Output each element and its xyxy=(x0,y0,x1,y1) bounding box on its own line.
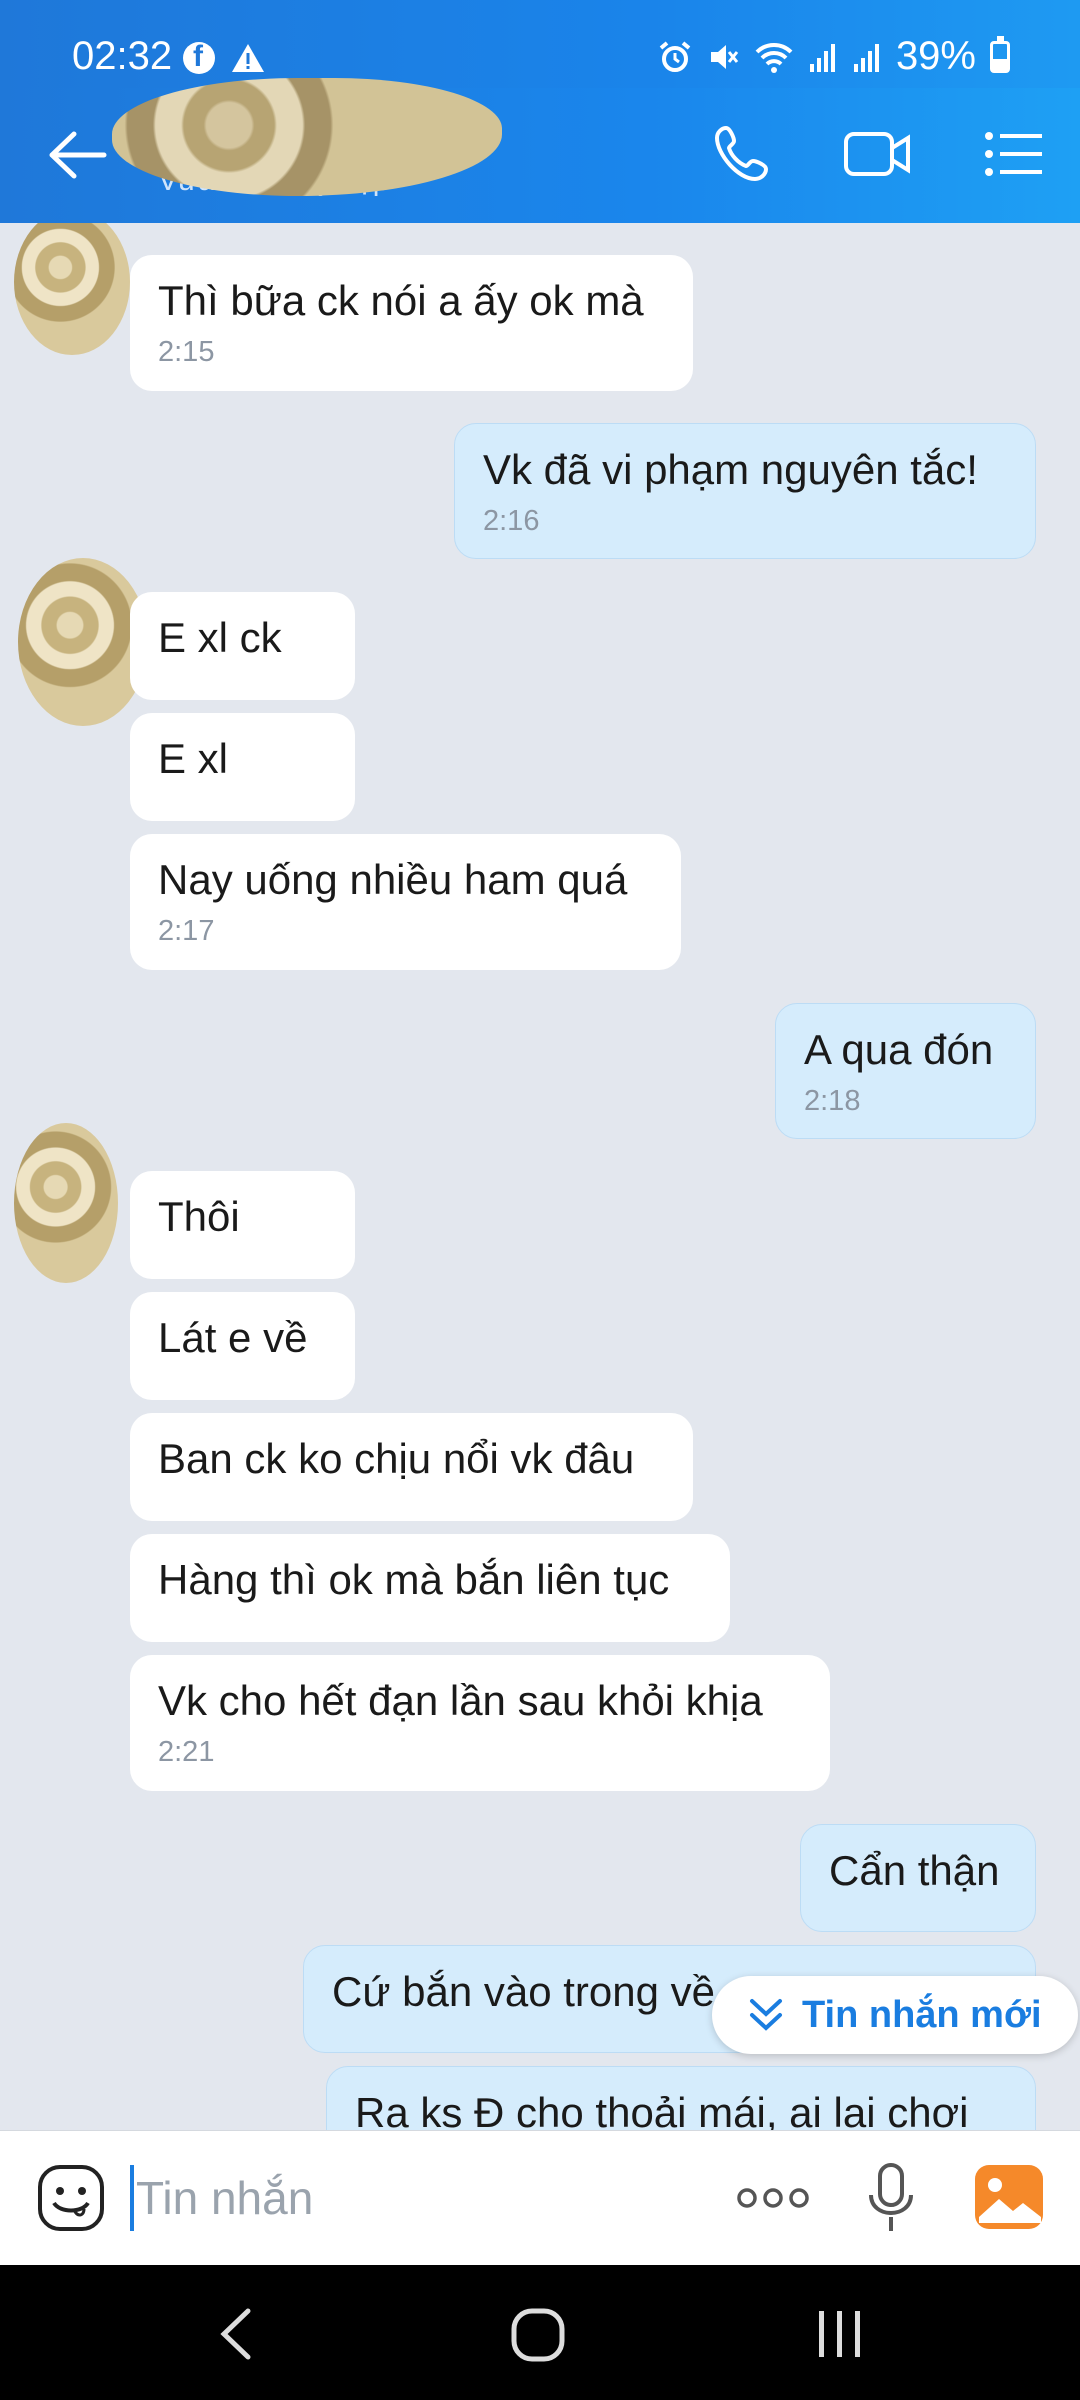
alarm-icon xyxy=(659,40,691,72)
message-text: Lát e về xyxy=(158,1314,308,1361)
signal-icon-2 xyxy=(853,43,879,72)
message-incoming[interactable]: Thì bữa ck nói a ấy ok mà 2:15 xyxy=(130,255,693,391)
avatar[interactable] xyxy=(18,558,148,726)
message-incoming[interactable]: E xl xyxy=(130,713,355,821)
message-list[interactable]: Thì bữa ck nói a ấy ok mà 2:15 Vk đã vi … xyxy=(0,223,1080,2130)
message-incoming[interactable]: Vk cho hết đạn lần sau khỏi khịa 2:21 xyxy=(130,1655,830,1791)
message-text: A qua đón xyxy=(804,1026,994,1073)
message-text: Vk cho hết đạn lần sau khỏi khịa xyxy=(158,1677,763,1724)
video-call-icon[interactable] xyxy=(842,122,914,186)
message-incoming[interactable]: Ban ck ko chịu nổi vk đâu xyxy=(130,1413,693,1521)
message-outgoing[interactable]: Vk đã vi phạm nguyên tắc! 2:16 xyxy=(454,423,1036,559)
menu-icon[interactable] xyxy=(984,122,1044,186)
message-outgoing[interactable]: Cẩn thận xyxy=(800,1824,1036,1932)
message-text: Vk đã vi phạm nguyên tắc! xyxy=(483,446,978,493)
message-incoming[interactable]: Thôi xyxy=(130,1171,355,1279)
message-time: 2:17 xyxy=(158,915,215,947)
message-time: 2:16 xyxy=(483,505,540,537)
system-navigation-bar xyxy=(0,2265,1080,2400)
message-text: Nay uống nhiều ham quá xyxy=(158,856,628,903)
battery-icon xyxy=(990,35,1010,73)
message-outgoing[interactable]: Ra ks Đ cho thoải mái, ai lại chơi xyxy=(326,2066,1036,2130)
double-chevron-down-icon xyxy=(750,1999,782,2031)
wifi-icon xyxy=(755,42,793,73)
message-text: Ban ck ko chịu nổi vk đâu xyxy=(158,1435,635,1482)
message-time: 2:18 xyxy=(804,1085,861,1117)
new-messages-label: Tin nhắn mới xyxy=(802,1993,1042,2036)
facebook-notification-icon xyxy=(183,40,215,74)
message-text: Ra ks Đ cho thoải mái, ai lại chơi xyxy=(355,2089,969,2130)
nav-recents-icon[interactable] xyxy=(816,2309,864,2359)
message-incoming[interactable]: Lát e về xyxy=(130,1292,355,1400)
message-time: 2:15 xyxy=(158,336,215,368)
phone-icon[interactable] xyxy=(712,122,772,186)
nav-home-icon[interactable] xyxy=(510,2307,566,2363)
status-bar: 02:32 39% xyxy=(0,0,1080,88)
warning-icon xyxy=(232,44,264,72)
status-time: 02:32 xyxy=(72,34,173,78)
emoji-icon[interactable] xyxy=(36,2163,106,2233)
nav-back-icon[interactable] xyxy=(218,2307,254,2361)
text-cursor xyxy=(130,2165,134,2231)
message-text: Hàng thì ok mà bắn liên tục xyxy=(158,1556,670,1603)
message-text: Thì bữa ck nói a ấy ok mà xyxy=(158,277,644,324)
battery-percent: 39% xyxy=(895,34,976,78)
message-time: 2:21 xyxy=(158,1736,215,1768)
back-arrow-icon[interactable] xyxy=(48,130,108,180)
chat-header: Vừa mới truy cập xyxy=(0,78,1080,223)
microphone-icon[interactable] xyxy=(866,2161,916,2235)
message-incoming[interactable]: Hàng thì ok mà bắn liên tục xyxy=(130,1534,730,1642)
message-text: E xl ck xyxy=(158,614,282,661)
avatar[interactable] xyxy=(14,1123,118,1283)
contact-name-redacted[interactable] xyxy=(112,78,502,196)
message-text: Thôi xyxy=(158,1193,240,1240)
new-messages-button[interactable]: Tin nhắn mới xyxy=(712,1976,1078,2054)
composer-bar: Tin nhắn xyxy=(0,2130,1080,2265)
message-outgoing[interactable]: A qua đón 2:18 xyxy=(775,1003,1036,1139)
mute-icon xyxy=(710,44,739,69)
message-text: E xl xyxy=(158,735,229,782)
status-right: 39% xyxy=(658,34,1010,79)
image-icon[interactable] xyxy=(973,2161,1045,2233)
more-icon[interactable] xyxy=(735,2183,811,2213)
avatar[interactable] xyxy=(14,223,130,355)
message-input[interactable]: Tin nhắn xyxy=(136,2171,313,2225)
message-incoming[interactable]: Nay uống nhiều ham quá 2:17 xyxy=(130,834,681,970)
message-incoming[interactable]: E xl ck xyxy=(130,592,355,700)
message-text: Cẩn thận xyxy=(829,1847,1000,1894)
signal-icon xyxy=(809,43,835,72)
